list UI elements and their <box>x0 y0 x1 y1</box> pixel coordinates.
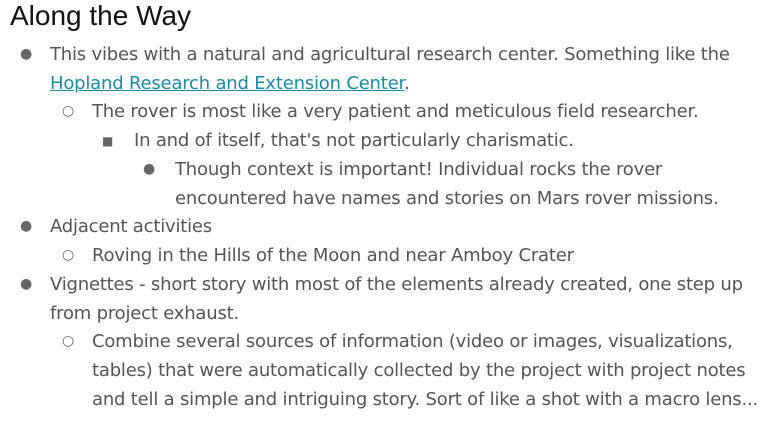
page-title: Along the Way <box>10 0 192 31</box>
item-text: Though context is important! Individual … <box>175 159 719 209</box>
list-item-research-center: ● This vibes with a natural and agricult… <box>20 40 765 98</box>
bullet-disc-icon: ● <box>20 218 33 234</box>
bullet-disc-icon: ● <box>143 161 156 177</box>
list-item-vignettes: ● Vignettes - short story with most of t… <box>20 270 762 328</box>
bullet-disc-icon: ● <box>20 276 33 292</box>
list-item-not-charismatic: ■ In and of itself, that's not particula… <box>102 126 774 155</box>
list-item-roving: ○ Roving in the Hills of the Moon and ne… <box>62 241 772 270</box>
bullet-circle-icon: ○ <box>62 333 75 349</box>
list-item-rover-researcher: ○ The rover is most like a very patient … <box>62 97 772 126</box>
item-text: Roving in the Hills of the Moon and near… <box>92 245 574 266</box>
item-text-end: . <box>404 73 410 94</box>
item-text: In and of itself, that's not particularl… <box>134 130 574 151</box>
item-text: Adjacent activities <box>50 216 212 237</box>
bullet-circle-icon: ○ <box>62 103 75 119</box>
list-item-adjacent-activities: ● Adjacent activities <box>20 212 765 241</box>
bullet-circle-icon: ○ <box>62 247 75 263</box>
list-item-context-important: ● Though context is important! Individua… <box>143 155 735 213</box>
item-text: Vignettes - short story with most of the… <box>50 274 743 324</box>
item-text: Combine several sources of information (… <box>92 331 759 410</box>
item-text: This vibes with a natural and agricultur… <box>50 44 730 65</box>
list-item-combine-sources: ○ Combine several sources of information… <box>62 327 772 414</box>
bullet-square-icon: ■ <box>102 134 114 148</box>
bullet-disc-icon: ● <box>20 46 33 62</box>
item-text: The rover is most like a very patient an… <box>92 101 699 122</box>
hopland-link[interactable]: Hopland Research and Extension Center <box>50 73 404 94</box>
